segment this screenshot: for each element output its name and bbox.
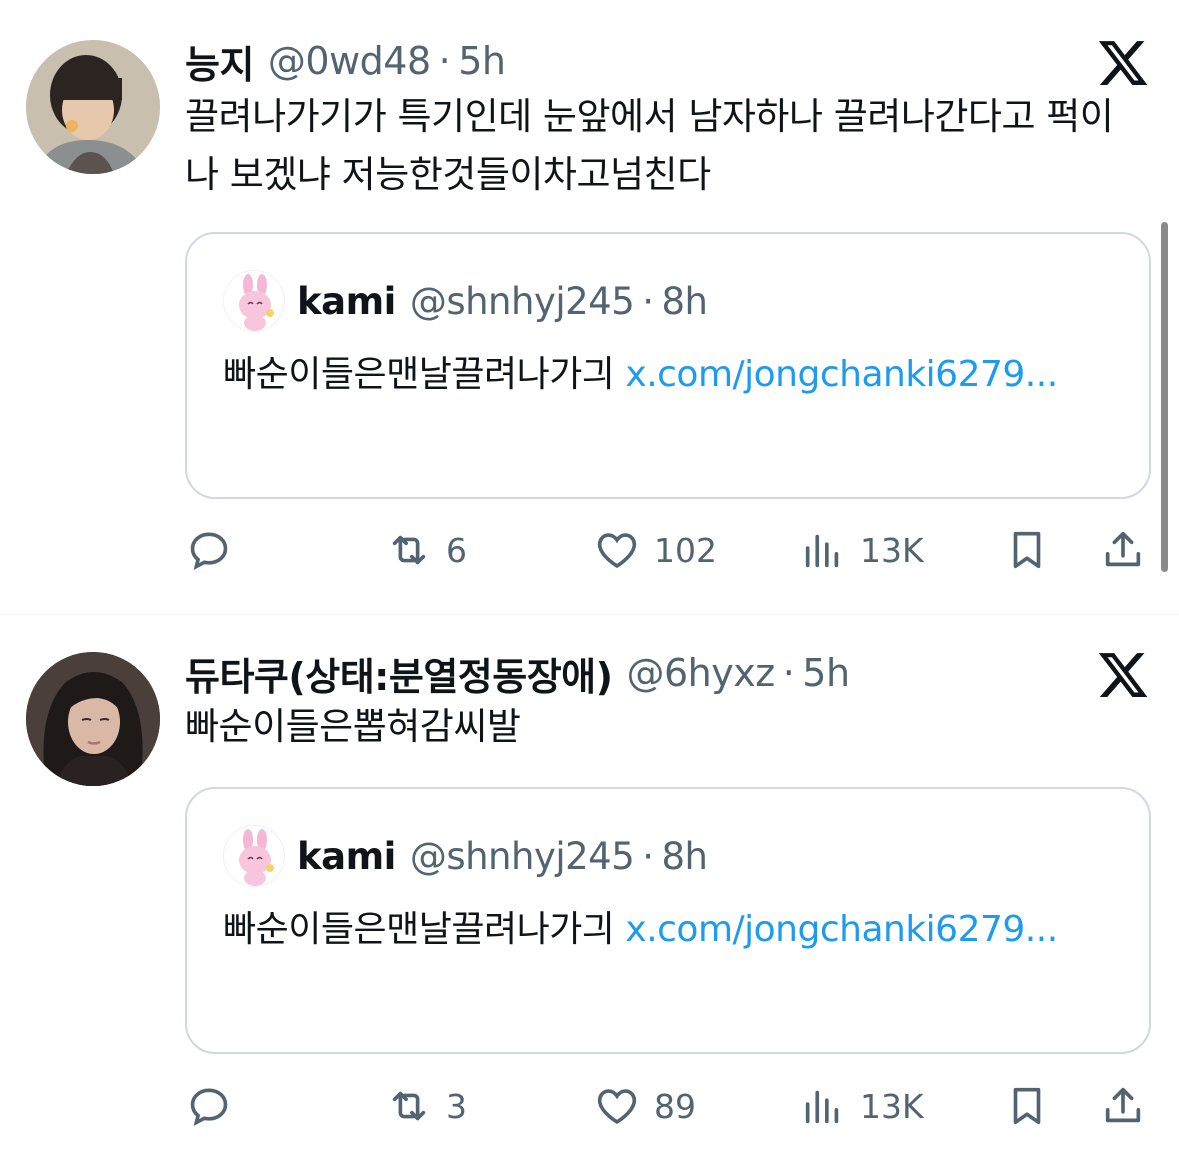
reply-button[interactable] [186, 1076, 246, 1136]
x-logo-icon[interactable] [1096, 36, 1150, 90]
separator-dot: · [642, 279, 654, 323]
speech-bubble-icon [190, 532, 228, 570]
quoted-link[interactable]: x.com/jongchanki6279... [625, 354, 1058, 395]
quoted-author-name[interactable]: kami [297, 835, 396, 878]
like-count: 102 [654, 530, 717, 570]
bookmark-icon [1013, 1087, 1041, 1125]
bar-chart-icon [805, 534, 839, 568]
share-button[interactable] [1100, 1076, 1146, 1136]
timestamp[interactable]: 5h [458, 39, 506, 83]
heart-icon [597, 1089, 637, 1125]
author-name[interactable]: 듀타쿠(상태:분열정동장애) [185, 646, 613, 701]
quoted-author-name[interactable]: kami [297, 280, 396, 323]
quoted-text: 빠순이들은맨날끌려나가긔 x.com/jongchanki6279... [223, 899, 1123, 961]
like-button[interactable]: 89 [594, 1076, 696, 1136]
author-name[interactable]: 능지 [185, 34, 254, 89]
avatar[interactable] [26, 652, 160, 786]
retweet-arrows-icon [392, 1091, 426, 1121]
share-upload-icon [1105, 531, 1141, 567]
quoted-header: kami @shnhyj245 · 8h [297, 276, 708, 326]
views-count: 13K [860, 1086, 924, 1126]
quoted-text: 빠순이들은맨날끌려나가긔 x.com/jongchanki6279... [223, 344, 1123, 406]
quoted-header: kami @shnhyj245 · 8h [297, 831, 708, 881]
quoted-timestamp[interactable]: 8h [662, 835, 709, 878]
share-upload-icon [1105, 1087, 1141, 1123]
retweet-count: 6 [446, 530, 467, 570]
tweet[interactable]: 능지 @0wd48 · 5h 끌려나가기가 특기인데 눈앞에서 남자하나 끌려나… [0, 0, 1179, 614]
quoted-timestamp[interactable]: 8h [662, 280, 709, 323]
action-bar: 6 102 13K [0, 520, 1179, 580]
retweet-arrows-icon [392, 535, 426, 565]
quoted-body: 빠순이들은맨날끌려나가긔 [223, 354, 626, 395]
tweet-header: 듀타쿠(상태:분열정동장애) @6hyxz · 5h [185, 646, 850, 701]
tweet-text: 빠순이들은뽑혀감씨발 [185, 705, 521, 748]
separator-dot: · [782, 651, 795, 695]
views-button[interactable]: 13K [800, 520, 924, 580]
reply-button[interactable] [186, 520, 246, 580]
bookmark-button[interactable] [1004, 520, 1050, 580]
quoted-tweet[interactable]: kami @shnhyj245 · 8h 빠순이들은맨날끌려나가긔 x.com/… [185, 787, 1151, 1054]
author-handle[interactable]: @0wd48 [268, 39, 431, 83]
quoted-link[interactable]: x.com/jongchanki6279... [625, 909, 1058, 950]
timestamp[interactable]: 5h [802, 651, 850, 695]
x-logo-icon[interactable] [1096, 648, 1150, 702]
retweet-count: 3 [446, 1086, 467, 1126]
quoted-body: 빠순이들은맨날끌려나가긔 [223, 909, 626, 950]
quoted-author-handle[interactable]: @shnhyj245 [410, 280, 635, 323]
avatar[interactable] [26, 40, 160, 174]
tweet-header: 능지 @0wd48 · 5h [185, 34, 506, 89]
tweet-text: 끌려나가기가 특기인데 눈앞에서 남자하나 끌려나간다고 퍽이나 보겠냐 저능한… [185, 95, 1114, 196]
action-bar: 3 89 13K [0, 1076, 1179, 1136]
heart-icon [597, 533, 637, 569]
like-count: 89 [654, 1086, 696, 1126]
speech-bubble-icon [190, 1088, 228, 1126]
separator-dot: · [642, 834, 654, 878]
views-count: 13K [860, 530, 924, 570]
share-button[interactable] [1100, 520, 1146, 580]
retweet-button[interactable]: 3 [386, 1076, 467, 1136]
author-handle[interactable]: @6hyxz [627, 651, 776, 695]
quoted-author-handle[interactable]: @shnhyj245 [410, 835, 635, 878]
scrollbar[interactable] [1161, 222, 1168, 572]
bookmark-icon [1013, 531, 1041, 569]
like-button[interactable]: 102 [594, 520, 717, 580]
quoted-tweet[interactable]: kami @shnhyj245 · 8h 빠순이들은맨날끌려나가긔 x.com/… [185, 232, 1151, 499]
quoted-avatar[interactable] [223, 825, 285, 887]
quoted-avatar[interactable] [223, 270, 285, 332]
tweet[interactable]: 듀타쿠(상태:분열정동장애) @6hyxz · 5h 빠순이들은뽑혀감씨발 ka… [0, 614, 1179, 1161]
bar-chart-icon [805, 1090, 839, 1124]
retweet-button[interactable]: 6 [386, 520, 467, 580]
views-button[interactable]: 13K [800, 1076, 924, 1136]
bookmark-button[interactable] [1004, 1076, 1050, 1136]
separator-dot: · [438, 39, 451, 83]
